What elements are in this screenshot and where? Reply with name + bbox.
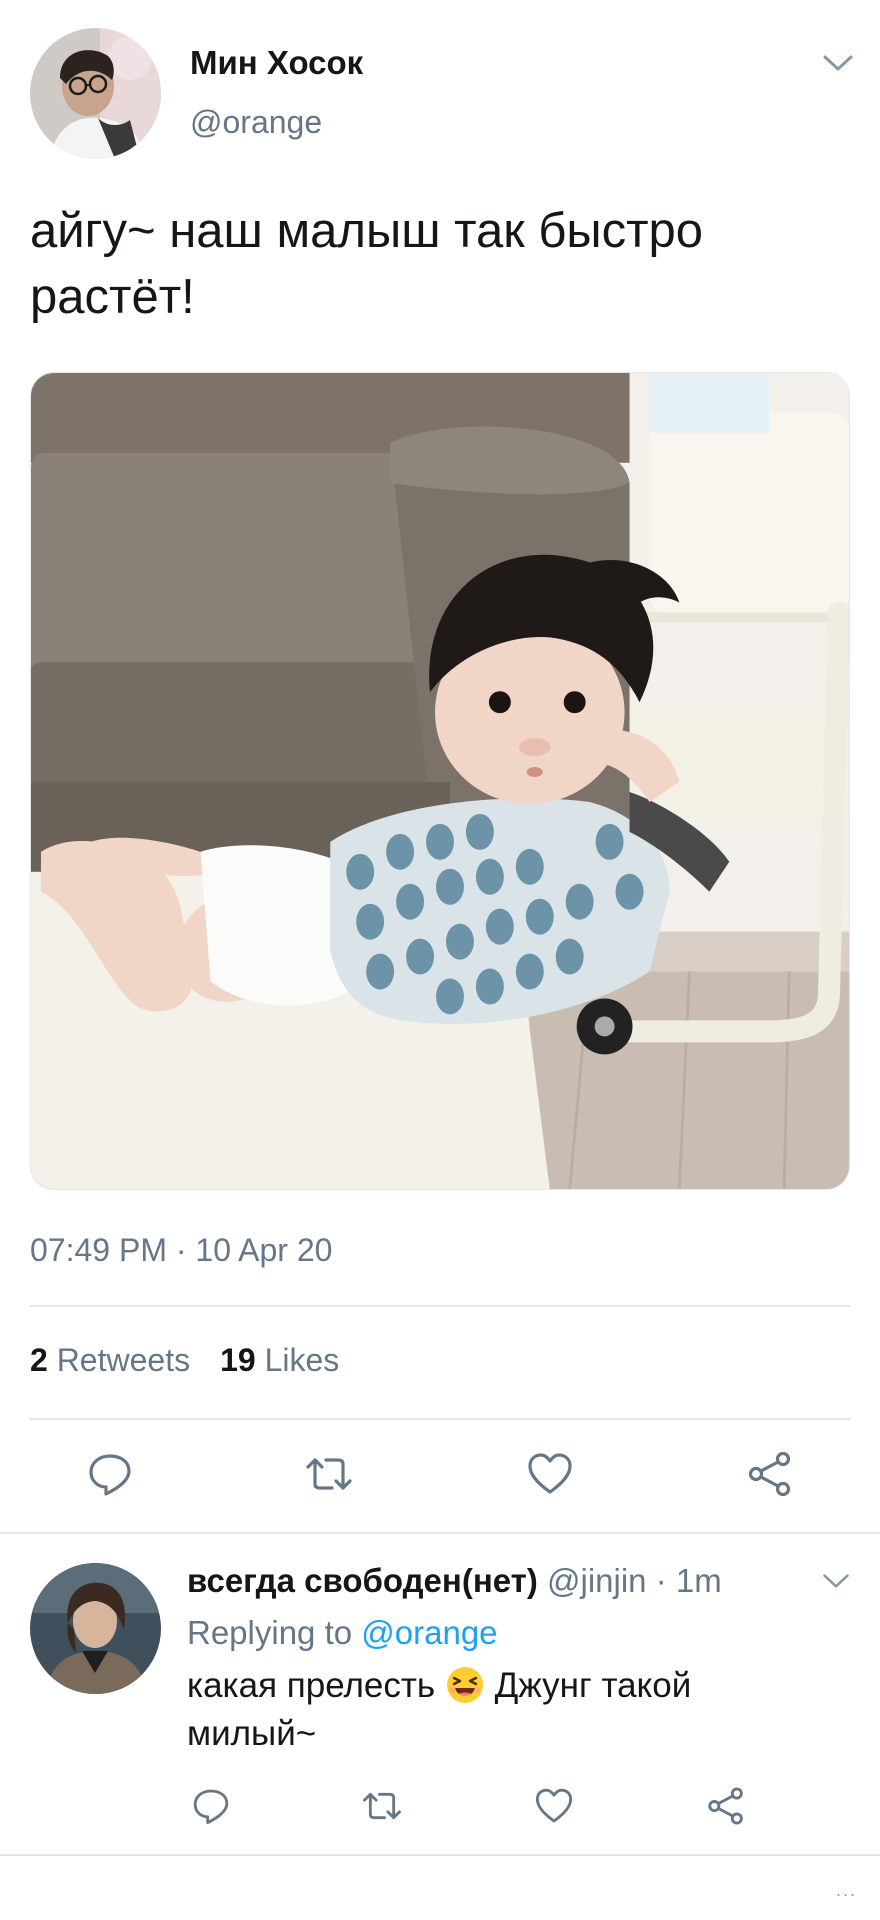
baby-photo-illustration [31, 373, 849, 1189]
author-avatar[interactable] [30, 28, 161, 159]
author-handle[interactable]: @orange [190, 104, 322, 141]
like-icon[interactable] [526, 1450, 574, 1498]
retweet-icon[interactable] [305, 1450, 353, 1498]
more-indicator: ... [836, 1880, 858, 1900]
replying-mention[interactable]: @orange [361, 1614, 497, 1651]
tweet-text: айгу~ наш малыш так быстро растёт! [30, 204, 704, 324]
grinning-squinting-face-icon [445, 1665, 485, 1705]
reply-icon[interactable] [191, 1786, 231, 1826]
reply-time: · 1m [655, 1562, 722, 1599]
share-icon[interactable] [746, 1450, 794, 1498]
reply-header: всегда свободен(нет) @jinjin · 1m [187, 1562, 722, 1600]
divider [30, 1418, 850, 1420]
chevron-down-icon[interactable] [821, 1571, 851, 1591]
divider [0, 1532, 880, 1534]
chevron-down-icon[interactable] [821, 52, 855, 74]
avatar-photo [30, 28, 161, 159]
likes-count: 19 [220, 1342, 256, 1378]
reply-author-handle[interactable]: @jinjin [547, 1562, 647, 1599]
share-icon[interactable] [706, 1786, 746, 1826]
replying-prefix: Replying to [187, 1614, 353, 1651]
reply-icon[interactable] [86, 1450, 134, 1498]
reply-text-start: какая прелесть [187, 1666, 436, 1705]
like-icon[interactable] [534, 1786, 574, 1826]
likes-stat[interactable]: 19 Likes [220, 1342, 339, 1378]
retweets-stat[interactable]: 2 Retweets [30, 1342, 190, 1378]
reply-author-name[interactable]: всегда свободен(нет) [187, 1562, 538, 1599]
reply-author-avatar[interactable] [30, 1563, 161, 1694]
tweet-photo[interactable] [30, 372, 850, 1190]
author-name[interactable]: Мин Хосок [190, 44, 363, 82]
divider [0, 1854, 880, 1856]
retweets-count: 2 [30, 1342, 48, 1378]
avatar-photo [30, 1563, 161, 1694]
likes-label: Likes [264, 1342, 340, 1378]
retweets-label: Retweets [56, 1342, 191, 1378]
tweet-timestamp: 07:49 PM · 10 Apr 20 [30, 1232, 333, 1268]
divider [30, 1305, 850, 1307]
replying-to: Replying to @orange [187, 1614, 498, 1652]
reply-text: какая прелесть Джунг такой милый~ [187, 1662, 807, 1758]
retweet-icon[interactable] [362, 1786, 402, 1826]
tweet-stats: 2 Retweets 19 Likes [30, 1342, 339, 1379]
